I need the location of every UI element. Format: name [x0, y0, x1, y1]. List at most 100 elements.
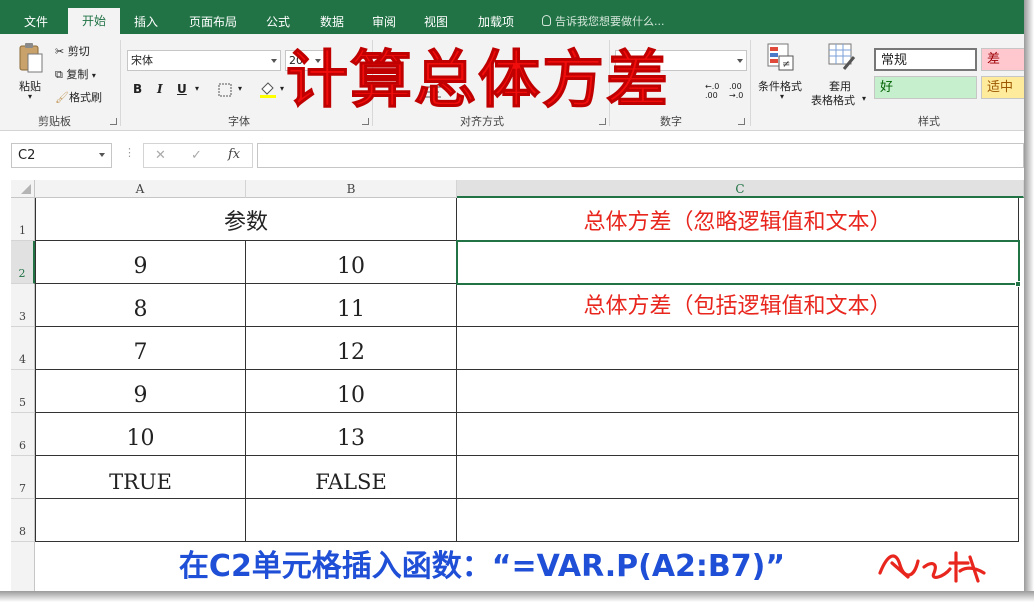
cell-b2[interactable]: 10 [246, 241, 457, 284]
group-font-label: 字体 [228, 115, 250, 128]
cell-a4[interactable]: 7 [35, 327, 246, 370]
cancel-icon[interactable]: ✕ [155, 148, 166, 163]
tell-me-box[interactable]: 告诉我您想要做什么... [542, 0, 665, 34]
cell-a2[interactable]: 9 [35, 241, 246, 284]
group-clipboard-label: 剪贴板 [38, 115, 71, 128]
caption-instruction: 在C2单元格插入函数：“=VAR.P(A2:B7)” [178, 549, 786, 584]
fill-color-dropdown-icon[interactable]: ▾ [280, 84, 284, 93]
row-header-8[interactable]: 8 [11, 499, 35, 542]
tab-addins[interactable]: 加载项 [474, 0, 518, 34]
underline-dropdown-icon[interactable]: ▾ [195, 84, 199, 93]
svg-text:≠: ≠ [782, 59, 790, 70]
cell-b5[interactable]: 10 [246, 370, 457, 413]
name-box-value: C2 [18, 148, 36, 163]
cell-a5[interactable]: 9 [35, 370, 246, 413]
style-normal[interactable]: 常规 [874, 48, 977, 71]
cell-c6[interactable] [457, 413, 1019, 456]
conditional-formatting-icon[interactable]: ≠ [767, 43, 795, 71]
tab-page-layout[interactable]: 页面布局 [185, 0, 241, 34]
borders-dropdown-icon[interactable]: ▾ [238, 84, 242, 93]
style-good[interactable]: 好 [874, 76, 977, 99]
lightbulb-icon [542, 15, 551, 26]
clipboard-launcher-icon[interactable] [110, 118, 117, 125]
copy-button[interactable]: ⧉ 复制 ▾ [55, 66, 96, 82]
chevron-down-icon [271, 59, 277, 63]
cell-c5[interactable] [457, 370, 1019, 413]
underline-button[interactable]: U [177, 82, 187, 96]
chevron-down-icon [737, 59, 743, 63]
format-painter-label: 格式刷 [68, 91, 102, 104]
tab-formulas[interactable]: 公式 [262, 0, 294, 34]
row-header-1[interactable]: 1 [11, 198, 35, 241]
tab-insert[interactable]: 插入 [130, 0, 162, 34]
cell-a1-merged[interactable]: 参数 [35, 198, 457, 241]
font-name-value: 宋体 [131, 54, 153, 67]
name-box[interactable]: C2 [11, 143, 112, 168]
cell-b4[interactable]: 12 [246, 327, 457, 370]
ribbon-tab-bar: 文件 开始 插入 页面布局 公式 数据 审阅 视图 加载项 告诉我您想要做什么.… [0, 0, 1024, 34]
row-header-4[interactable]: 4 [11, 327, 35, 370]
style-neutral[interactable]: 适中 [981, 76, 1024, 99]
cell-b8[interactable] [246, 499, 457, 542]
italic-button[interactable]: I [157, 82, 163, 96]
signature-logo [878, 551, 986, 583]
cell-b6[interactable]: 13 [246, 413, 457, 456]
select-all-button[interactable] [11, 180, 35, 198]
window-shadow-bottom [0, 591, 1034, 602]
column-header-c[interactable]: C [457, 180, 1024, 198]
cell-c4[interactable] [457, 327, 1019, 370]
fill-handle[interactable] [1015, 281, 1021, 287]
style-bad[interactable]: 差 [981, 48, 1024, 71]
row-header-6[interactable]: 6 [11, 413, 35, 456]
insert-function-icon[interactable]: fx [228, 147, 240, 162]
enter-icon[interactable]: ✓ [191, 148, 202, 163]
format-as-table-dropdown-icon[interactable]: ▾ [862, 94, 866, 103]
column-header-b[interactable]: B [246, 180, 457, 198]
overlay-title: 计算总体方差 [286, 43, 671, 117]
format-as-table-label-2[interactable]: 表格格式 [811, 92, 855, 108]
tab-data[interactable]: 数据 [316, 0, 348, 34]
formula-input[interactable] [257, 143, 1024, 168]
fill-color-icon[interactable] [259, 80, 277, 98]
cell-b7[interactable]: FALSE [246, 456, 457, 499]
cut-button[interactable]: ✂ 剪切 [55, 43, 90, 59]
cell-a8[interactable] [35, 499, 246, 542]
cell-selection-border [456, 240, 1020, 285]
scissors-icon: ✂ [55, 45, 65, 58]
brush-icon: 🖌 [55, 91, 69, 104]
cell-c7[interactable] [457, 456, 1019, 499]
tab-file[interactable]: 文件 [20, 0, 52, 34]
bold-button[interactable]: B [133, 82, 142, 96]
row-header-5[interactable]: 5 [11, 370, 35, 413]
divider [750, 40, 751, 126]
tab-review[interactable]: 审阅 [368, 0, 400, 34]
cell-a3[interactable]: 8 [35, 284, 246, 327]
paste-icon[interactable] [17, 42, 45, 74]
tell-me-text: 告诉我您想要做什么... [555, 15, 665, 28]
row-header-7[interactable]: 7 [11, 456, 35, 499]
window-shadow-right [1024, 0, 1034, 602]
font-name-combo[interactable]: 宋体 [127, 50, 281, 71]
number-launcher-icon[interactable] [738, 118, 745, 125]
cell-a7[interactable]: TRUE [35, 456, 246, 499]
tab-view[interactable]: 视图 [420, 0, 452, 34]
row-header-2[interactable]: 2 [11, 241, 35, 284]
copy-icon: ⧉ [55, 68, 63, 81]
cell-c8[interactable] [457, 499, 1019, 542]
row-header-3[interactable]: 3 [11, 284, 35, 327]
tab-home[interactable]: 开始 [68, 8, 120, 34]
cell-b3[interactable]: 11 [246, 284, 457, 327]
chevron-down-icon [99, 153, 105, 157]
format-painter-button[interactable]: 🖌格式刷 [55, 89, 102, 105]
conditional-dropdown-icon[interactable]: ▾ [780, 92, 784, 101]
column-header-a[interactable]: A [35, 180, 246, 198]
borders-icon[interactable] [218, 83, 232, 97]
formula-buttons: ✕ ✓ fx [143, 143, 253, 168]
paste-dropdown-icon[interactable]: ▾ [28, 92, 32, 101]
cell-c1[interactable]: 总体方差（忽略逻辑值和文本） [457, 198, 1019, 241]
format-as-table-icon[interactable] [828, 43, 856, 71]
divider [120, 40, 121, 126]
cell-a6[interactable]: 10 [35, 413, 246, 456]
cell-c3[interactable]: 总体方差（包括逻辑值和文本） [457, 284, 1019, 327]
decrease-decimal-icon[interactable]: .00 →.0 [729, 82, 743, 100]
